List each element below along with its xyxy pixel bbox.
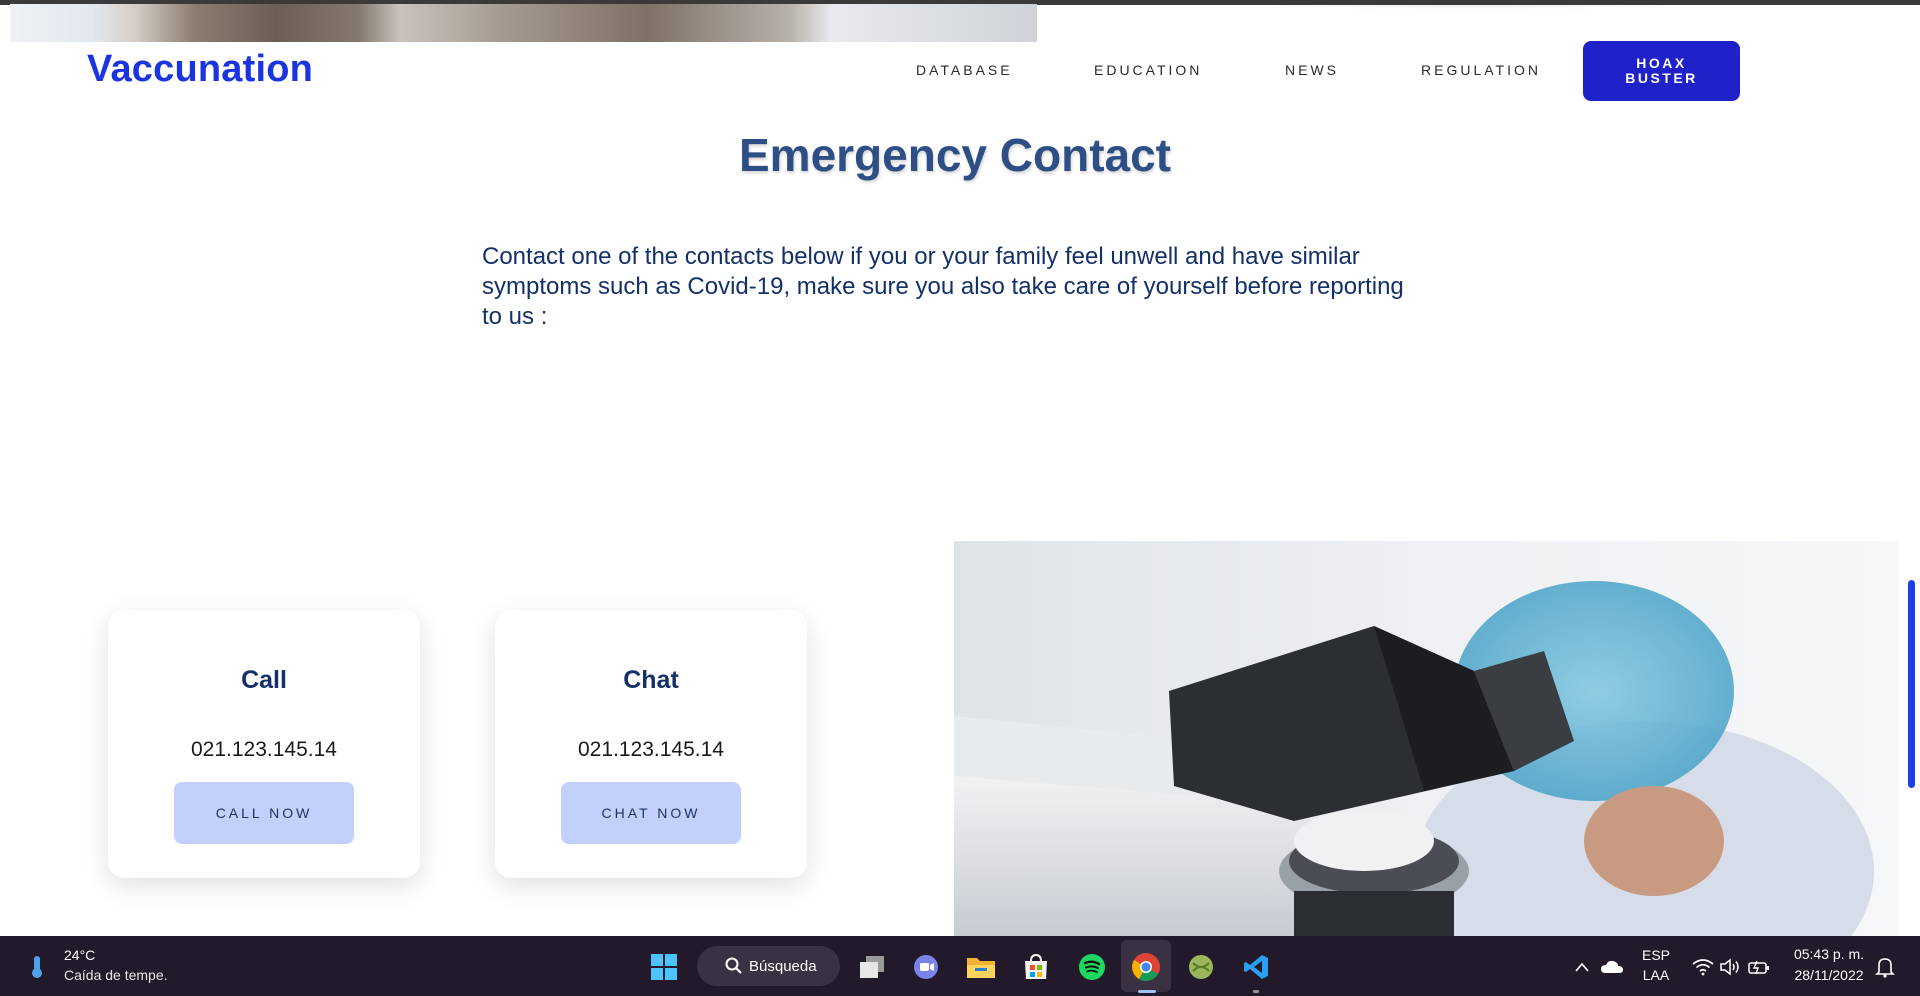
- chat-card: Chat 021.123.145.14 CHAT NOW: [495, 610, 807, 878]
- search-label: Búsqueda: [749, 957, 817, 975]
- taskbar-search[interactable]: Búsqueda: [697, 946, 840, 986]
- weather-temp[interactable]: 24°C: [64, 947, 95, 963]
- card-phone: 021.123.145.14: [578, 738, 724, 761]
- app-icon[interactable]: [1186, 952, 1216, 982]
- chrome-active-indicator: [1138, 990, 1156, 993]
- spotify-icon[interactable]: [1077, 952, 1107, 982]
- page-title: Emergency Contact: [738, 129, 1171, 181]
- card-title: Call: [241, 666, 287, 694]
- clock-time[interactable]: 05:43 p. m.: [1784, 946, 1874, 962]
- thermometer-icon[interactable]: [22, 952, 52, 982]
- call-now-button[interactable]: CALL NOW: [174, 782, 354, 844]
- card-phone: 021.123.145.14: [191, 738, 337, 761]
- notification-bell-icon[interactable]: [1870, 952, 1900, 982]
- nav-education[interactable]: EDUCATION: [1094, 62, 1202, 78]
- task-view-icon[interactable]: [857, 952, 887, 982]
- hoax-buster-button[interactable]: HOAX BUSTER: [1583, 41, 1740, 101]
- page-scrollbar[interactable]: [1908, 580, 1915, 788]
- site-logo[interactable]: Vaccunation: [87, 48, 313, 91]
- vscode-running-indicator: [1253, 990, 1259, 993]
- teams-chat-icon[interactable]: [911, 952, 941, 982]
- weather-desc[interactable]: Caída de tempe.: [64, 967, 168, 983]
- windows-start-icon[interactable]: [649, 952, 679, 982]
- language-indicator[interactable]: ESP: [1640, 947, 1672, 963]
- hoax-buster-label: HOAX BUSTER: [1625, 55, 1698, 86]
- search-icon: [725, 957, 742, 974]
- nav-database[interactable]: DATABASE: [916, 62, 1013, 78]
- volume-icon[interactable]: [1715, 952, 1745, 982]
- onedrive-cloud-icon[interactable]: [1597, 952, 1627, 982]
- chevron-up-icon[interactable]: [1567, 952, 1597, 982]
- clock-date[interactable]: 28/11/2022: [1784, 967, 1874, 983]
- file-explorer-icon[interactable]: [966, 952, 996, 982]
- intro-text: Contact one of the contacts below if you…: [482, 243, 1404, 330]
- decorative-shadow: [1230, 0, 1710, 10]
- header-banner-image: [10, 4, 1037, 42]
- microsoft-store-icon[interactable]: [1021, 952, 1051, 982]
- chat-now-button[interactable]: CHAT NOW: [561, 782, 741, 844]
- vscode-icon[interactable]: [1241, 952, 1271, 982]
- card-title: Chat: [623, 666, 679, 694]
- call-card: Call 021.123.145.14 CALL NOW: [108, 610, 420, 878]
- windows-taskbar: 24°C Caída de tempe. Búsqueda ESP LAA 05…: [0, 936, 1920, 996]
- nav-regulation[interactable]: REGULATION: [1421, 62, 1541, 78]
- keyboard-layout[interactable]: LAA: [1640, 967, 1672, 983]
- nav-news[interactable]: NEWS: [1285, 62, 1339, 78]
- wifi-icon[interactable]: [1688, 952, 1718, 982]
- lab-microscope-image: [954, 541, 1898, 936]
- chrome-icon[interactable]: [1131, 952, 1161, 982]
- battery-icon[interactable]: [1744, 952, 1774, 982]
